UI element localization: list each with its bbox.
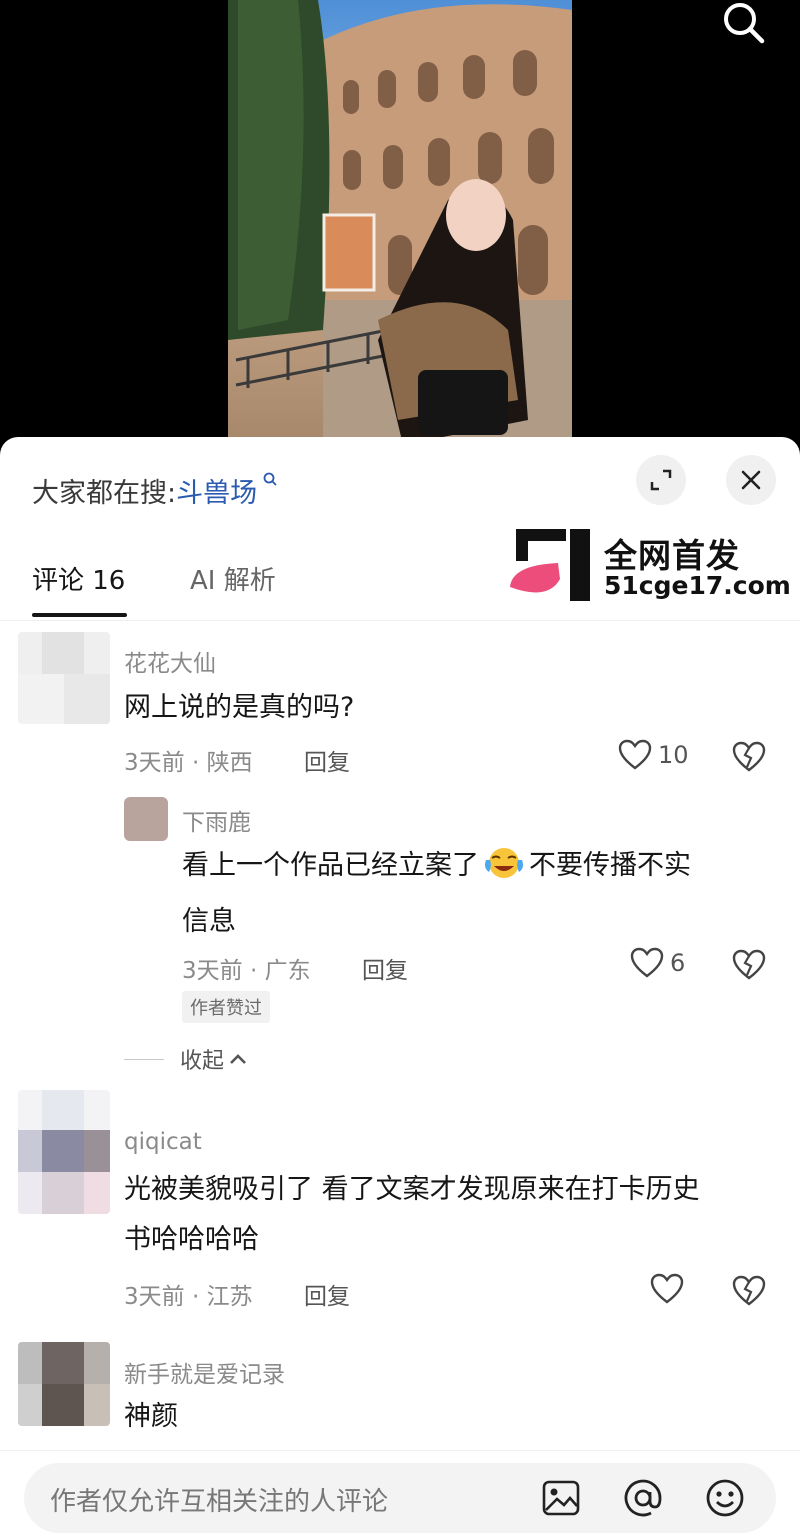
watermark-line1: 全网首发	[604, 536, 740, 575]
video-thumbnail-image	[228, 0, 572, 445]
comment-meta: 3天前 · 陕西	[124, 750, 253, 776]
comment-text: 神颜	[124, 1401, 178, 1432]
like-count: 10	[658, 741, 689, 769]
trending-search[interactable]: 大家都在搜:斗兽场	[32, 471, 278, 510]
crying-laughing-emoji-icon	[483, 846, 525, 897]
dislike-button[interactable]	[732, 949, 766, 985]
comment-username[interactable]: 花花大仙	[124, 644, 216, 678]
divider	[124, 1058, 164, 1060]
tab-comments[interactable]: 评论 16	[32, 560, 125, 597]
emoji-icon[interactable]	[704, 1477, 746, 1519]
comment-text: 光被美貌吸引了 看了文案才发现原来在打卡历史 书哈哈哈哈	[124, 1174, 700, 1255]
comment-username[interactable]: qiqicat	[124, 1129, 202, 1155]
broken-heart-icon	[732, 1275, 766, 1306]
reply-button[interactable]: 回复	[304, 1277, 350, 1311]
like-button[interactable]: 10	[618, 739, 689, 771]
chevron-up-icon	[230, 1054, 246, 1064]
comment-sheet: 大家都在搜:斗兽场 评论 16 AI 解析 全网首发 51cge17.com 花…	[0, 437, 800, 1534]
heart-icon	[650, 1273, 684, 1304]
mention-icon[interactable]	[622, 1477, 664, 1519]
trending-prefix: 大家都在搜:	[32, 478, 177, 509]
comment-username[interactable]: 下雨鹿	[182, 803, 251, 837]
like-button[interactable]: 6	[630, 947, 685, 979]
heart-icon	[630, 947, 664, 978]
search-small-icon	[257, 472, 278, 491]
dislike-button[interactable]	[732, 741, 766, 777]
author-liked-badge: 作者赞过	[182, 991, 270, 1023]
search-icon[interactable]	[718, 0, 770, 46]
expand-button[interactable]	[636, 455, 686, 505]
broken-heart-icon	[732, 949, 766, 980]
watermark-line2: 51cge17.com	[604, 571, 791, 600]
active-tab-indicator	[32, 613, 127, 617]
reply-button[interactable]: 回复	[362, 951, 408, 985]
collapse-replies-button[interactable]: 收起	[124, 1043, 248, 1075]
comment-text: 网上说的是真的吗?	[124, 692, 355, 723]
collapse-label: 收起	[180, 1049, 225, 1074]
dislike-button[interactable]	[732, 1275, 766, 1311]
like-count: 6	[670, 949, 686, 977]
input-placeholder: 作者仅允许互相关注的人评论	[50, 1487, 389, 1517]
comment-meta: 3天前 · 广东	[182, 958, 311, 984]
comment-meta: 3天前 · 江苏	[124, 1284, 253, 1310]
comment-input-bar: 作者仅允许互相关注的人评论	[0, 1450, 800, 1534]
heart-icon	[618, 739, 652, 770]
comment-text: 看上一个作品已经立案了 不要传播不实 信息	[182, 841, 691, 947]
trending-keyword-link[interactable]: 斗兽场	[176, 478, 257, 509]
like-button[interactable]	[650, 1273, 690, 1305]
video-player[interactable]	[0, 0, 800, 445]
broken-heart-icon	[732, 741, 766, 772]
avatar[interactable]	[18, 1342, 110, 1426]
expand-icon	[650, 469, 672, 491]
reply-button[interactable]: 回复	[304, 743, 350, 777]
watermark: 全网首发 51cge17.com	[508, 525, 798, 605]
close-icon	[741, 470, 761, 490]
comment-input[interactable]: 作者仅允许互相关注的人评论	[24, 1463, 776, 1533]
avatar[interactable]	[18, 1090, 110, 1214]
avatar[interactable]	[124, 797, 168, 841]
image-icon[interactable]	[540, 1477, 582, 1519]
close-button[interactable]	[726, 455, 776, 505]
watermark-logo	[510, 529, 590, 601]
video-frame[interactable]	[228, 0, 572, 445]
tab-ai-analysis[interactable]: AI 解析	[190, 560, 276, 597]
avatar[interactable]	[18, 632, 110, 724]
comment-username[interactable]: 新手就是爱记录	[124, 1355, 285, 1389]
